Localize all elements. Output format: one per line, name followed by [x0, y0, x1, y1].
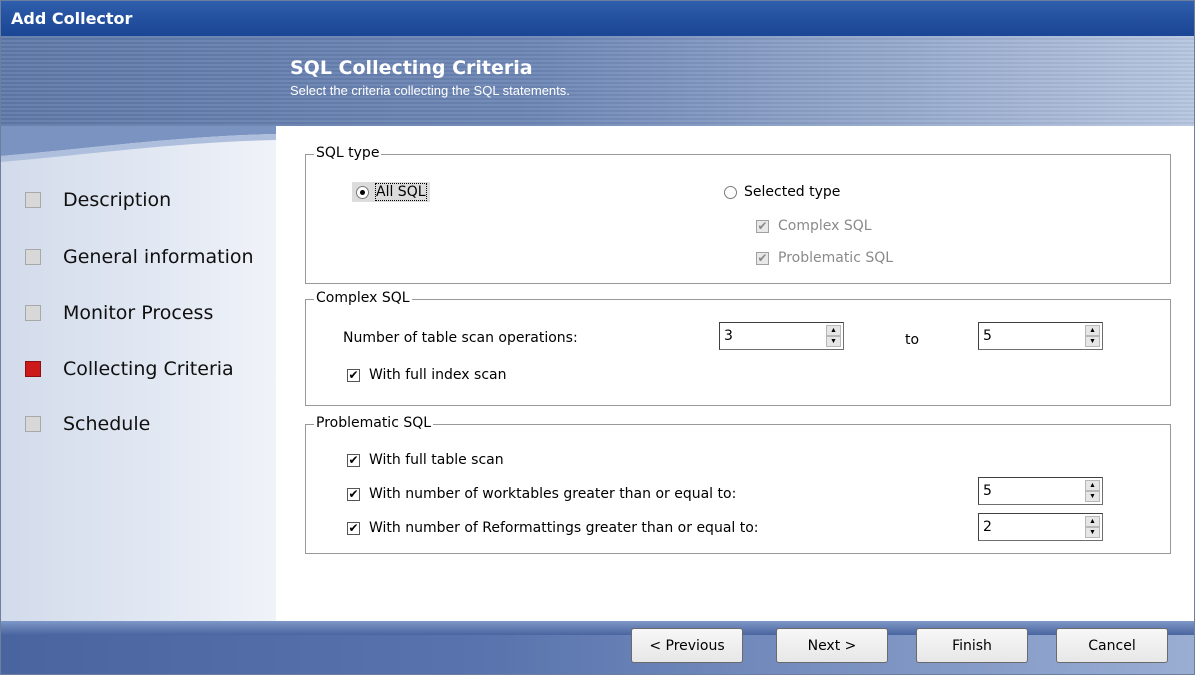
- checkbox-checked-icon: ✔: [756, 251, 769, 265]
- add-collector-dialog: Add Collector SQL Collecting Criteria Se…: [0, 0, 1195, 675]
- problematic-sql-legend: Problematic SQL: [314, 415, 434, 431]
- sql-type-legend: SQL type: [314, 145, 382, 161]
- sql-type-group: SQL type All SQL Selected type ✔ Complex…: [305, 145, 1171, 284]
- window-title: Add Collector: [11, 9, 133, 28]
- full-table-scan-label: With full table scan: [369, 452, 504, 468]
- full-table-scan-checkbox[interactable]: ✔ With full table scan: [347, 452, 504, 468]
- spin-up-icon[interactable]: ▲: [1085, 480, 1100, 491]
- radio-unselected-icon: [724, 185, 737, 199]
- sidebar-item-label: Collecting Criteria: [63, 358, 234, 380]
- range-to-label: to: [905, 332, 920, 348]
- spinner-buttons: ▲ ▼: [826, 325, 841, 347]
- spin-up-icon[interactable]: ▲: [826, 325, 841, 336]
- checkbox-checked-icon: ✔: [347, 487, 360, 501]
- reformattings-label: With number of Reformattings greater tha…: [369, 520, 759, 536]
- cancel-button[interactable]: Cancel: [1056, 628, 1168, 663]
- complex-sql-type-checkbox[interactable]: ✔ Complex SQL: [756, 218, 872, 234]
- all-sql-radio[interactable]: All SQL: [352, 182, 430, 202]
- sidebar-item-schedule[interactable]: Schedule: [25, 412, 150, 436]
- step-status-icon: [25, 249, 41, 265]
- previous-button[interactable]: < Previous: [631, 628, 743, 663]
- table-scan-from-spinner[interactable]: 3 ▲ ▼: [719, 322, 844, 350]
- spinner-buttons: ▲ ▼: [1085, 325, 1100, 347]
- all-sql-label: All SQL: [375, 183, 427, 201]
- page-title: SQL Collecting Criteria: [290, 57, 533, 79]
- complex-sql-type-label: Complex SQL: [778, 218, 872, 234]
- sidebar-item-label: Monitor Process: [63, 302, 214, 324]
- worktables-checkbox[interactable]: ✔ With number of worktables greater than…: [347, 486, 736, 502]
- spin-down-icon[interactable]: ▼: [1085, 336, 1100, 347]
- step-status-icon: [25, 416, 41, 432]
- step-status-icon: [25, 305, 41, 321]
- problematic-sql-group: Problematic SQL ✔ With full table scan ✔…: [305, 415, 1171, 554]
- finish-button[interactable]: Finish: [916, 628, 1028, 663]
- checkbox-checked-icon: ✔: [756, 219, 769, 233]
- table-scan-operations-label: Number of table scan operations:: [343, 330, 578, 346]
- sidebar-item-label: Description: [63, 189, 172, 211]
- spinner-buttons: ▲ ▼: [1085, 516, 1100, 538]
- radio-selected-icon: [356, 185, 369, 199]
- step-status-icon: [25, 192, 41, 208]
- problematic-sql-type-label: Problematic SQL: [778, 250, 894, 266]
- complex-sql-group: Complex SQL Number of table scan operati…: [305, 290, 1171, 406]
- checkbox-checked-icon: ✔: [347, 521, 360, 535]
- table-scan-to-value: 5: [983, 328, 992, 344]
- sidebar-item-description[interactable]: Description: [25, 188, 171, 212]
- selected-type-label: Selected type: [744, 184, 841, 200]
- header-swoosh: [1, 126, 276, 162]
- worktables-spinner[interactable]: 5 ▲ ▼: [978, 477, 1103, 505]
- spin-down-icon[interactable]: ▼: [826, 336, 841, 347]
- spinner-buttons: ▲ ▼: [1085, 480, 1100, 502]
- next-button[interactable]: Next >: [776, 628, 888, 663]
- sidebar-item-general-information[interactable]: General information: [25, 245, 254, 269]
- reformattings-checkbox[interactable]: ✔ With number of Reformattings greater t…: [347, 520, 759, 536]
- spin-down-icon[interactable]: ▼: [1085, 527, 1100, 538]
- wizard-steps-sidebar: Description General information Monitor …: [1, 126, 276, 641]
- spin-up-icon[interactable]: ▲: [1085, 516, 1100, 527]
- worktables-value: 5: [983, 483, 992, 499]
- problematic-sql-type-checkbox[interactable]: ✔ Problematic SQL: [756, 250, 893, 266]
- complex-sql-legend: Complex SQL: [314, 290, 412, 306]
- sidebar-item-monitor-process[interactable]: Monitor Process: [25, 301, 213, 325]
- title-bar: Add Collector: [1, 1, 1194, 36]
- step-active-icon: [25, 361, 41, 377]
- table-scan-from-value: 3: [724, 328, 733, 344]
- sidebar-item-label: Schedule: [63, 413, 151, 435]
- wizard-content: SQL type All SQL Selected type ✔ Complex…: [276, 126, 1194, 641]
- reformattings-spinner[interactable]: 2 ▲ ▼: [978, 513, 1103, 541]
- sidebar-item-label: General information: [63, 246, 254, 268]
- full-index-scan-label: With full index scan: [369, 367, 507, 383]
- full-index-scan-checkbox[interactable]: ✔ With full index scan: [347, 367, 506, 383]
- spin-up-icon[interactable]: ▲: [1085, 325, 1100, 336]
- sidebar-item-collecting-criteria[interactable]: Collecting Criteria: [25, 357, 234, 381]
- table-scan-to-spinner[interactable]: 5 ▲ ▼: [978, 322, 1103, 350]
- page-subtitle: Select the criteria collecting the SQL s…: [290, 83, 570, 98]
- checkbox-checked-icon: ✔: [347, 368, 360, 382]
- selected-type-radio[interactable]: Selected type: [724, 184, 840, 200]
- worktables-label: With number of worktables greater than o…: [369, 486, 737, 502]
- spin-down-icon[interactable]: ▼: [1085, 491, 1100, 502]
- checkbox-checked-icon: ✔: [347, 453, 360, 467]
- reformattings-value: 2: [983, 519, 992, 535]
- wizard-header: SQL Collecting Criteria Select the crite…: [1, 36, 1194, 126]
